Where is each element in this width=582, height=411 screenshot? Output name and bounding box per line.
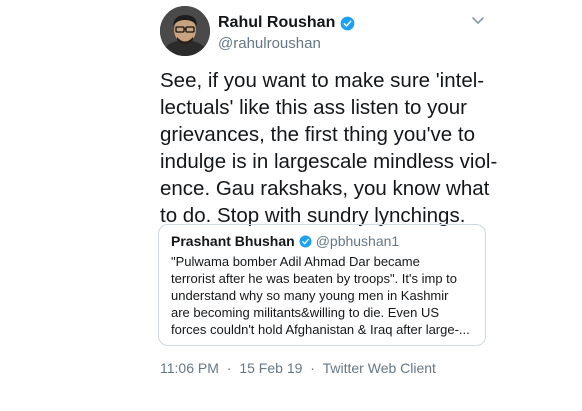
tweet-time[interactable]: 11:06 PM: [160, 360, 219, 376]
separator-dot: ·: [226, 360, 232, 376]
quoted-text-line: understand why so many young men in Kash…: [171, 288, 449, 303]
tweet-client[interactable]: Twitter Web Client: [323, 360, 436, 376]
quoted-text-line: are becoming militants&willing to die. E…: [171, 305, 440, 320]
author-handle[interactable]: @rahulroushan: [218, 35, 321, 52]
tweet-text-line: indulge is in largescale mindless viol-: [160, 150, 498, 173]
verified-badge-icon: [299, 235, 312, 248]
tweet-text-line: lectuals' like this ass listen to your: [160, 96, 467, 119]
quoted-tweet-text: "Pulwama bomber Adil Ahmad Dar became te…: [171, 253, 481, 338]
tweet-text: See, if you want to make sure 'intel- le…: [160, 67, 500, 229]
quoted-author-name: Prashant Bhushan: [171, 233, 295, 249]
separator-dot: ·: [310, 360, 315, 376]
quoted-author-handle: @pbhushan1: [315, 233, 400, 249]
tweet-text-line: grievances, the first thing you've to: [160, 123, 475, 146]
quoted-text-line: "Pulwama bomber Adil Ahmad Dar became: [171, 254, 420, 269]
tweet-metadata: 11:06 PM · 15 Feb 19 · Twitter Web Clien…: [160, 360, 436, 376]
chevron-down-icon[interactable]: [470, 14, 486, 26]
avatar[interactable]: [160, 6, 210, 56]
quoted-text-line: forces couldn't hold Afghanistan & Iraq …: [171, 322, 470, 337]
quoted-text-line: terrorist after he was beaten by troops"…: [171, 271, 457, 286]
tweet-text-line: See, if you want to make sure 'intel-: [160, 69, 485, 92]
tweet-card: Rahul Roushan @rahulroushan See, if you …: [0, 0, 582, 411]
verified-badge-icon: [340, 16, 355, 31]
quoted-tweet-header: Prashant Bhushan @pbhushan1: [171, 233, 399, 249]
author-display-name[interactable]: Rahul Roushan: [218, 14, 355, 32]
quoted-tweet[interactable]: Prashant Bhushan @pbhushan1 "Pulwama bom…: [158, 224, 486, 346]
tweet-date[interactable]: 15 Feb 19: [239, 360, 302, 376]
author-name-text[interactable]: Rahul Roushan: [218, 14, 335, 32]
tweet-text-line: ence. Gau rakshaks, you know what: [160, 177, 490, 200]
